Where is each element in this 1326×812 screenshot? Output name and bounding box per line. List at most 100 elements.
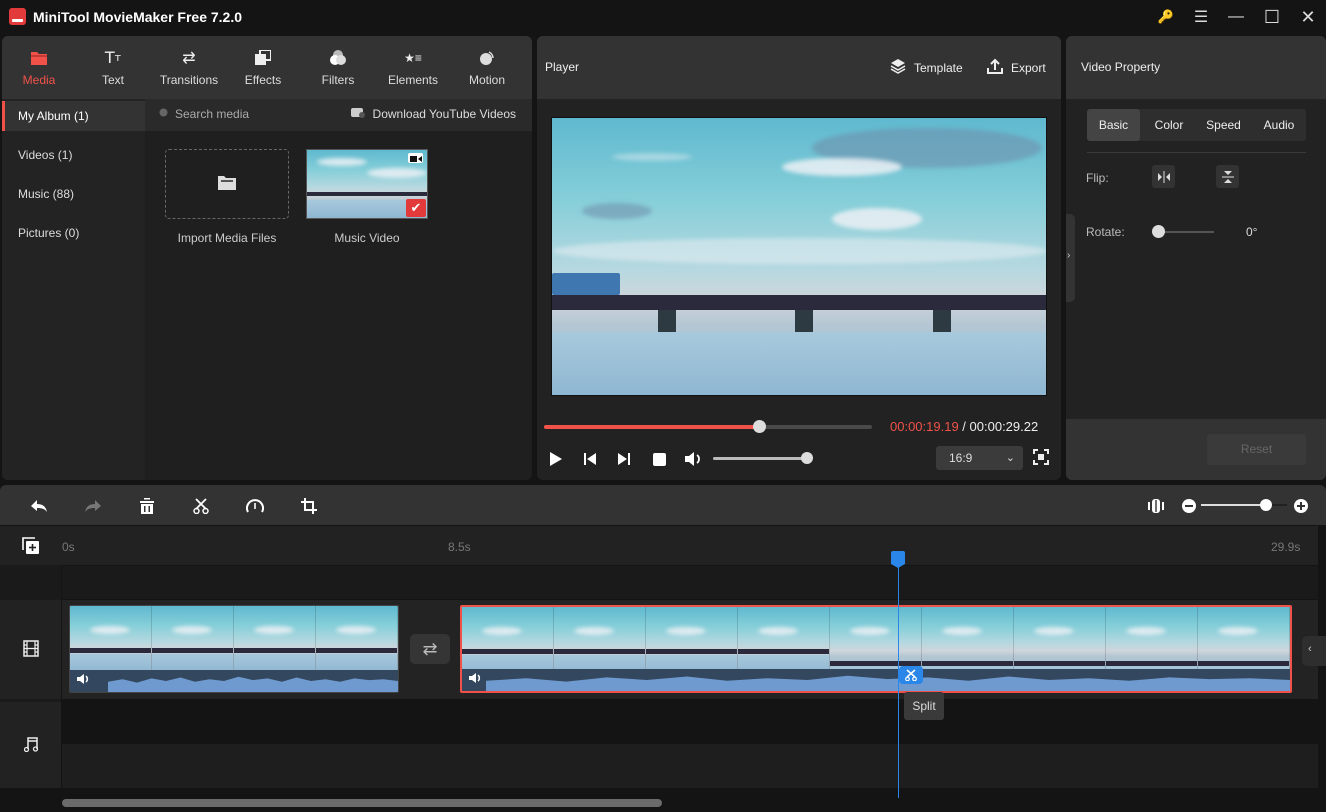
tab-audio[interactable]: Audio	[1252, 109, 1306, 141]
key-icon[interactable]: 🔑	[1152, 5, 1180, 29]
search-input[interactable]: Search media	[159, 107, 249, 121]
tab-motion[interactable]: Motion	[462, 36, 512, 99]
collapse-panel-handle[interactable]: ›	[1066, 214, 1075, 302]
rotate-slider[interactable]	[1158, 231, 1214, 233]
property-header: Video Property	[1066, 36, 1326, 99]
fullscreen-button[interactable]	[1033, 449, 1051, 467]
volume-knob[interactable]	[801, 452, 813, 464]
tab-transitions[interactable]: ⇄ Transitions	[152, 36, 226, 99]
clip-frames	[70, 606, 398, 672]
album-item-my-album[interactable]: My Album (1)	[2, 101, 145, 131]
chevron-right-icon: ›	[1067, 250, 1071, 261]
add-track-icon[interactable]	[22, 537, 40, 558]
volume-slider[interactable]	[713, 452, 813, 464]
album-item-videos[interactable]: Videos (1)	[2, 140, 145, 170]
maximize-icon[interactable]: ☐	[1258, 5, 1286, 29]
video-clip[interactable]	[69, 605, 399, 693]
transition-button[interactable]: ⇄	[410, 634, 450, 664]
menu-icon[interactable]: ☰	[1187, 5, 1215, 29]
aspect-ratio-select[interactable]: 16:9 ⌄	[936, 446, 1023, 470]
video-frame-image	[552, 118, 1046, 395]
video-preview[interactable]	[551, 117, 1047, 396]
video-clip-selected[interactable]	[460, 605, 1292, 693]
search-placeholder: Search media	[175, 107, 250, 121]
volume-icon[interactable]	[682, 449, 704, 469]
media-tabs: Media Tт Text ⇄ Transitions Effects Filt…	[2, 36, 532, 99]
next-frame-button[interactable]	[613, 449, 635, 469]
tab-label: Motion	[468, 72, 506, 87]
media-item-thumbnail[interactable]: ✔	[306, 149, 428, 219]
reset-button[interactable]: Reset	[1207, 434, 1306, 465]
upload-icon	[987, 58, 1003, 77]
speed-button[interactable]	[244, 495, 266, 517]
zoom-in-button[interactable]	[1290, 495, 1312, 517]
layers-icon	[890, 58, 906, 77]
minimize-icon[interactable]: —	[1222, 5, 1250, 29]
title-bar: MiniTool MovieMaker Free 7.2.0 🔑 ☰ — ☐ ✕	[0, 0, 1326, 34]
tab-label: Elements	[387, 72, 439, 87]
flip-label: Flip:	[1086, 171, 1109, 185]
flip-horizontal-button[interactable]	[1152, 165, 1175, 188]
delete-button[interactable]	[136, 495, 158, 517]
ruler-label: 29.9s	[1271, 540, 1301, 554]
tab-filters[interactable]: Filters	[313, 36, 363, 99]
aspect-ratio-value: 16:9	[949, 451, 973, 465]
download-youtube-button[interactable]: Download YouTube Videos	[350, 107, 516, 121]
tab-basic[interactable]: Basic	[1087, 109, 1140, 141]
export-label: Export	[1011, 60, 1046, 75]
crop-button[interactable]	[298, 495, 320, 517]
music-track[interactable]	[62, 744, 1318, 788]
rotate-knob[interactable]	[1152, 225, 1165, 238]
media-area: Search media Download YouTube Videos Imp…	[145, 99, 532, 480]
selected-check-icon[interactable]: ✔	[406, 199, 426, 217]
redo-button[interactable]	[82, 495, 104, 517]
audio-waveform	[462, 669, 1290, 691]
playback-progress-slider[interactable]	[544, 420, 872, 433]
search-icon	[159, 107, 169, 121]
property-tabs: Basic Color Speed Audio	[1087, 109, 1306, 141]
media-item-label: Music Video	[334, 231, 400, 245]
track-headers	[0, 565, 61, 788]
ruler-label: 0s	[62, 540, 75, 554]
filters-icon	[329, 49, 347, 67]
zoom-fill	[1201, 504, 1267, 506]
split-at-playhead-button[interactable]	[899, 666, 923, 684]
ruler-label: 8.5s	[448, 540, 471, 554]
previous-frame-button[interactable]	[579, 449, 601, 469]
stop-button[interactable]	[648, 449, 670, 469]
player-title: Player	[545, 60, 580, 74]
export-button[interactable]: Export	[987, 58, 1046, 77]
tab-media[interactable]: Media	[12, 36, 66, 99]
album-item-music[interactable]: Music (88)	[2, 179, 145, 209]
fit-timeline-button[interactable]	[1145, 495, 1167, 517]
import-media-button[interactable]	[165, 149, 289, 219]
play-button[interactable]	[545, 449, 567, 469]
tab-text[interactable]: Tт Text	[88, 36, 138, 99]
close-icon[interactable]: ✕	[1294, 5, 1322, 29]
undo-button[interactable]	[28, 495, 50, 517]
tab-color[interactable]: Color	[1143, 109, 1195, 141]
timeline-zoom-slider[interactable]	[1201, 504, 1287, 506]
tab-elements[interactable]: ★≡ Elements	[382, 36, 444, 99]
timeline-horizontal-scrollbar[interactable]	[62, 799, 662, 807]
zoom-out-button[interactable]	[1178, 495, 1200, 517]
total-time: 00:00:29.22	[969, 419, 1039, 434]
template-button[interactable]: Template	[890, 58, 963, 77]
clip-volume-icon[interactable]	[468, 672, 482, 687]
current-time: 00:00:19.19	[890, 419, 959, 434]
player-panel: Player Template Export 00:00:19.19 / 00:…	[537, 36, 1061, 480]
music-track-header	[0, 702, 61, 788]
clip-volume-icon[interactable]	[76, 673, 90, 688]
album-item-pictures[interactable]: Pictures (0)	[2, 218, 145, 248]
progress-knob[interactable]	[753, 420, 767, 433]
split-tooltip: Split	[904, 692, 944, 720]
time-readout: 00:00:19.19 / 00:00:29.22	[890, 419, 1038, 434]
timeline-ruler[interactable]: 0s 8.5s 29.9s	[0, 526, 1318, 565]
track-expand-handle[interactable]: ‹	[1302, 636, 1326, 666]
progress-fill	[544, 425, 760, 429]
chevron-left-icon: ‹	[1308, 643, 1312, 655]
tab-effects[interactable]: Effects	[238, 36, 288, 99]
flip-vertical-button[interactable]	[1216, 165, 1239, 188]
tab-speed[interactable]: Speed	[1197, 109, 1250, 141]
split-button[interactable]	[190, 495, 212, 517]
